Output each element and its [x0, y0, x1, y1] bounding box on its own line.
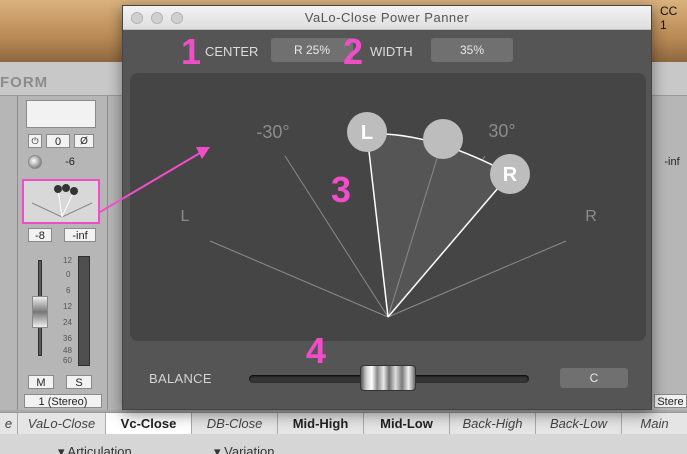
width-label: WIDTH: [370, 44, 413, 59]
articulation-disclosure[interactable]: ▾ Articulation: [58, 444, 132, 454]
eq-thumbnail[interactable]: [26, 100, 96, 128]
output-selector[interactable]: 1 (Stereo): [24, 394, 102, 408]
tab-back-low[interactable]: Back-Low: [536, 413, 622, 435]
side-label-left: L: [181, 208, 190, 225]
scale-tick: 12: [63, 256, 72, 265]
tab-mid-low[interactable]: Mid-Low: [364, 413, 450, 435]
annotation-1: 1: [181, 31, 202, 72]
balance-value-field[interactable]: C: [560, 368, 628, 388]
tab-back-high[interactable]: Back-High: [450, 413, 536, 435]
balance-slider-thumb[interactable]: [360, 365, 416, 391]
left-knob-label: L: [361, 122, 373, 144]
center-label: CENTER: [205, 44, 259, 59]
guide-line-left: [209, 240, 389, 318]
scale-tick: 12: [63, 302, 72, 311]
annotation-3: 3: [331, 169, 352, 210]
center-knob[interactable]: [423, 119, 463, 159]
volume-value[interactable]: -8: [28, 228, 52, 242]
mute-button[interactable]: M: [28, 375, 54, 389]
right-output-selector[interactable]: Stere: [654, 394, 687, 408]
phase-icon[interactable]: Ø: [74, 134, 94, 148]
articulation-label: Articulation: [67, 444, 132, 454]
stereo-wedge: [367, 133, 510, 317]
width-value-field[interactable]: 35%: [431, 38, 513, 62]
center-value-field[interactable]: R 25%: [271, 38, 353, 62]
variation-label: Variation: [224, 444, 275, 454]
window-title: VaLo-Close Power Panner: [304, 10, 470, 25]
peak-value[interactable]: -inf: [64, 228, 96, 242]
scale-tick: 24: [63, 318, 72, 327]
scale-tick: 0: [66, 270, 71, 279]
tab-e[interactable]: e: [0, 413, 18, 435]
balance-label: BALANCE: [149, 371, 212, 386]
panner-display[interactable]: L R -30° 30° L R: [130, 73, 646, 341]
scale-tick: 36: [63, 334, 72, 343]
scale-tick: 48: [63, 346, 72, 355]
power-panner-window: VaLo-Close Power Panner 1 CENTER R 25% 2…: [122, 5, 652, 410]
cc-label: CC 1: [660, 4, 678, 32]
panner-graphic: L R -30° 30° L R: [181, 112, 597, 318]
mini-panner-thumbnail[interactable]: [22, 179, 100, 224]
right-strip-value: -inf: [664, 156, 680, 168]
annotation-2: 2: [343, 31, 364, 72]
angle-label-right: 30°: [488, 121, 515, 141]
pan-value: -6: [65, 156, 75, 168]
level-meter: [78, 256, 90, 366]
scale-tick: 6: [66, 286, 71, 295]
gain-value[interactable]: 0: [46, 134, 70, 148]
power-icon[interactable]: ⏻: [28, 134, 42, 148]
tab-main[interactable]: Main: [622, 413, 687, 435]
tab-mid-high[interactable]: Mid-High: [278, 413, 364, 435]
tab-valo-close[interactable]: VaLo-Close: [18, 413, 106, 435]
side-label-right: R: [585, 208, 597, 225]
section-label: FORM: [0, 74, 49, 91]
tab-db-close[interactable]: DB-Close: [192, 413, 278, 435]
solo-button[interactable]: S: [66, 375, 92, 389]
variation-disclosure[interactable]: ▾ Variation: [214, 444, 274, 454]
volume-fader-handle[interactable]: [32, 296, 48, 328]
pan-knob-icon[interactable]: [28, 155, 42, 169]
annotation-4: 4: [306, 330, 327, 371]
mini-panner-graphic: [31, 184, 93, 218]
right-knob-label: R: [503, 164, 518, 186]
scale-tick: 60: [63, 356, 72, 365]
channel-strip: [652, 96, 687, 410]
angle-label-left: -30°: [256, 122, 289, 142]
channel-strip: [0, 96, 18, 410]
tab-vc-close[interactable]: Vc-Close: [106, 413, 192, 435]
channel-tabs: e VaLo-Close Vc-Close DB-Close Mid-High …: [0, 412, 687, 435]
window-titlebar[interactable]: VaLo-Close Power Panner: [123, 6, 651, 30]
